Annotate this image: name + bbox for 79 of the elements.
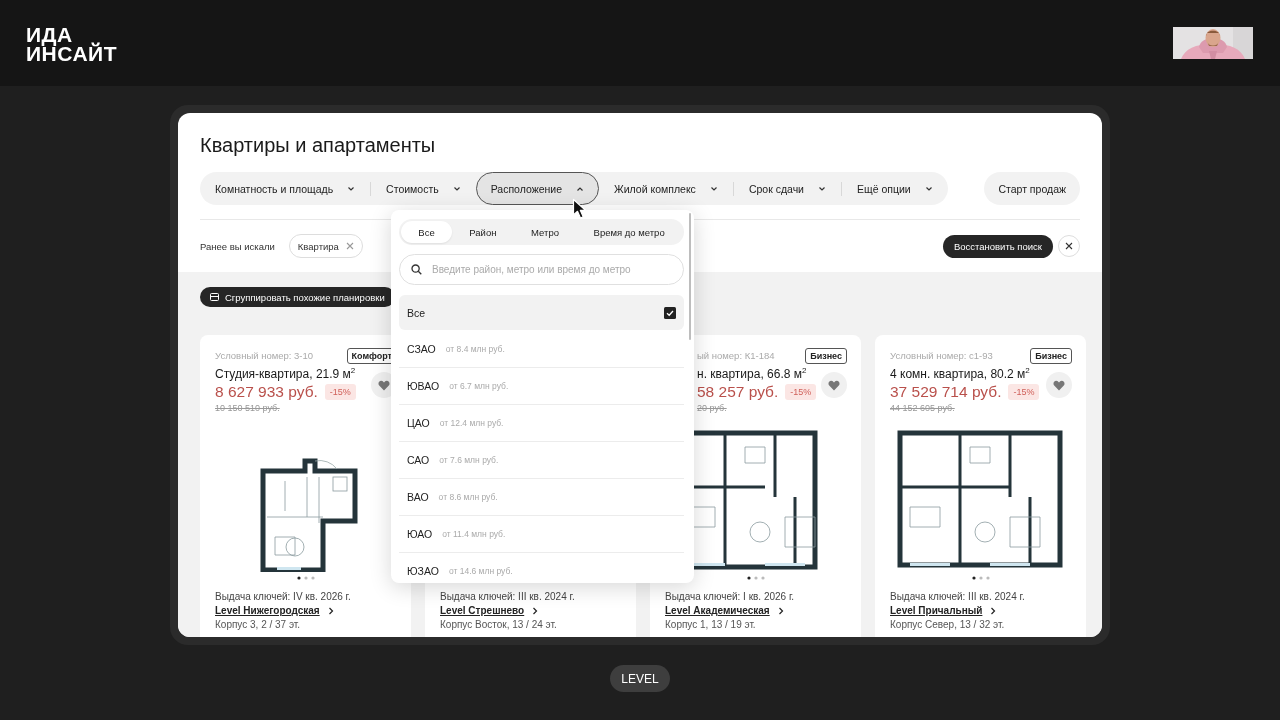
apartment-price: 37 529 714 руб. xyxy=(890,383,1002,401)
tab[interactable]: Время до метро xyxy=(576,221,682,243)
apartment-price: 58 257 руб. xyxy=(697,383,779,401)
close-icon xyxy=(345,242,354,250)
apartment-number: Условный номер: с1-93 xyxy=(890,349,993,363)
chevron-icon xyxy=(777,607,784,615)
discount-badge: -15% xyxy=(785,384,817,400)
logo: ИДА ИНСАЙТ xyxy=(26,25,117,63)
chevron-icon xyxy=(709,185,718,192)
chevron-icon xyxy=(452,185,461,192)
old-price: 10 150 510 руб. xyxy=(215,402,281,414)
location-option[interactable]: ВАО от 8.6 млн руб. xyxy=(399,479,684,516)
carousel-dots xyxy=(746,576,765,580)
chevron-icon xyxy=(532,607,539,615)
carousel-dots xyxy=(296,576,315,580)
apartment-title: н. квартира, 66.8 м$^{2}$ xyxy=(697,366,807,382)
apartment-price: 8 627 933 руб. xyxy=(215,383,318,401)
search-field[interactable]: Введите район, метро или время до метро xyxy=(399,254,684,285)
filter-dropdown[interactable]: Расположение xyxy=(475,172,600,205)
history-label: Ранее вы искали xyxy=(200,240,275,252)
page-title: Квартиры и апартаменты xyxy=(200,133,437,157)
location-option[interactable]: ЦАО от 12.4 млн руб. xyxy=(399,405,684,442)
chevron-icon xyxy=(327,607,334,615)
tab[interactable]: Все xyxy=(401,221,452,243)
complex-link[interactable]: Level Академическая xyxy=(665,604,846,618)
filter-dropdown[interactable]: Комнатность и площадь xyxy=(200,172,371,205)
chevron-icon xyxy=(576,185,585,192)
apartment-number: ый номер: К1-184 xyxy=(697,349,775,363)
complex-link[interactable]: Level Причальный xyxy=(890,604,1071,618)
start-sales-button[interactable]: Старт продаж xyxy=(984,172,1080,205)
checkbox xyxy=(664,306,676,319)
filter-dropdown[interactable]: Срок сдачи xyxy=(733,172,841,205)
key-date: Выдача ключей: I кв. 2026 г. xyxy=(665,590,796,604)
tab[interactable]: Метро xyxy=(513,221,577,243)
location-option[interactable]: ЮВАО от 6.7 млн руб. xyxy=(399,368,684,405)
heart-icon xyxy=(378,379,390,391)
complex-link[interactable]: Level Стрешнево xyxy=(440,604,621,618)
close-icon xyxy=(1065,242,1073,250)
location-option[interactable]: САО от 7.6 млн руб. xyxy=(399,442,684,479)
favorite-button[interactable] xyxy=(821,372,847,398)
tab[interactable]: Район xyxy=(452,221,514,243)
complex-link[interactable]: Level Нижегородская xyxy=(215,604,396,618)
key-date: Выдача ключей: III кв. 2024 г. xyxy=(890,590,1026,604)
caption-badge: LEVEL xyxy=(610,665,670,692)
filter-dropdown[interactable]: Жилой комплекс xyxy=(599,172,733,205)
heart-icon xyxy=(828,379,840,391)
restore-search-button[interactable]: Восстановить поиск xyxy=(942,234,1053,258)
filter-dropdown[interactable]: Стоимость xyxy=(371,172,476,205)
key-date: Выдача ключей: III кв. 2024 г. xyxy=(440,590,576,604)
building-info: Корпус 1, 13 / 19 эт. xyxy=(665,618,757,632)
building-info: Корпус Восток, 13 / 24 эт. xyxy=(440,618,558,632)
chevron-icon xyxy=(990,607,997,615)
discount-badge: -15% xyxy=(324,384,356,400)
heart-icon xyxy=(1053,379,1065,391)
chevron-icon xyxy=(924,185,933,192)
discount-badge: -15% xyxy=(1008,384,1040,400)
building-info: Корпус 3, 2 / 37 эт. xyxy=(215,618,302,632)
class-tag: Бизнес xyxy=(805,348,847,364)
layers-icon xyxy=(210,293,219,301)
chevron-icon xyxy=(347,185,356,192)
key-date: Выдача ключей: IV кв. 2026 г. xyxy=(215,590,352,604)
class-tag: Бизнес xyxy=(1030,348,1072,364)
location-option[interactable]: ЮАО от 11.4 млн руб. xyxy=(399,516,684,553)
scrollbar[interactable] xyxy=(689,213,691,340)
old-price: 20 руб. xyxy=(697,402,728,414)
search-icon xyxy=(411,264,422,275)
favorite-button[interactable] xyxy=(1046,372,1072,398)
building-info: Корпус Север, 13 / 32 эт. xyxy=(890,618,1006,632)
location-option[interactable]: Все xyxy=(399,295,684,330)
apartment-number: Условный номер: 3-10 xyxy=(215,349,314,363)
apartment-title: Студия-квартира, 21.9 м$^{2}$ xyxy=(215,366,356,382)
filter-dropdown[interactable]: Ещё опции xyxy=(842,172,948,205)
location-option[interactable]: СЗАО от 8.4 млн руб. xyxy=(399,331,684,368)
location-option[interactable]: ЮЗАО от 14.6 млн руб. xyxy=(399,553,684,583)
old-price: 44 152 605 руб. xyxy=(890,402,956,414)
apartment-title: 4 комн. квартира, 80.2 м$^{2}$ xyxy=(890,366,1030,382)
carousel-dots xyxy=(971,576,990,580)
close-button[interactable] xyxy=(1058,235,1080,257)
chevron-icon xyxy=(818,185,826,192)
